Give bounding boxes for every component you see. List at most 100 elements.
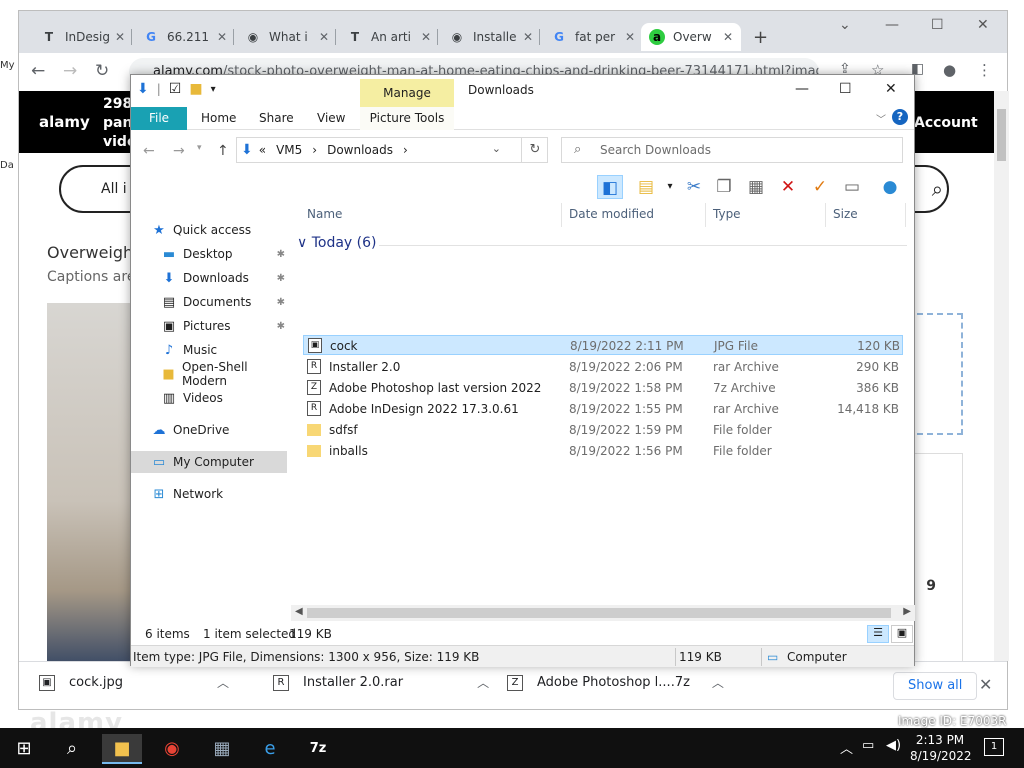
profile-avatar-icon[interactable]: ● — [943, 61, 956, 79]
windows-start-icon[interactable]: ⊞ — [4, 734, 44, 764]
pin-icon[interactable]: ✱ — [277, 273, 285, 284]
properties-icon[interactable]: ☑ — [169, 81, 182, 97]
chevron-right-icon[interactable]: › — [403, 143, 408, 157]
back-icon[interactable]: ← — [31, 61, 45, 81]
column-header-type[interactable]: Type — [713, 207, 741, 221]
close-icon[interactable]: ✕ — [625, 30, 635, 44]
close-icon[interactable]: ✕ — [217, 30, 227, 44]
download-item[interactable]: Z Adobe Photoshop l....7z ︿ — [507, 674, 724, 691]
download-item[interactable]: R Installer 2.0.rar ︿ — [273, 674, 489, 691]
notification-icon[interactable]: 1 — [984, 738, 1004, 756]
desktop-icon-label[interactable]: My — [0, 60, 15, 71]
address-bar[interactable]: ⬇ « VM5 › Downloads › ⌄ — [236, 137, 548, 163]
chrome-icon[interactable]: ◉ — [152, 734, 192, 764]
pin-icon[interactable]: ✱ — [277, 249, 285, 260]
back-icon[interactable]: ← — [143, 143, 155, 159]
up-icon[interactable]: ↑ — [217, 143, 229, 159]
nav-documents[interactable]: ▤ Documents ✱ — [161, 291, 289, 313]
account-link[interactable]: Account — [914, 115, 978, 131]
tab-file[interactable]: File — [131, 107, 187, 130]
close-icon[interactable]: ✕ — [523, 30, 533, 44]
tab-search-icon[interactable]: ⌄ — [839, 17, 851, 33]
chevron-down-icon[interactable]: ⌄ — [492, 142, 501, 155]
large-icons-view-icon[interactable]: ▣ — [891, 625, 913, 643]
maximize-icon[interactable]: ☐ — [839, 81, 852, 97]
nav-network[interactable]: ⊞ Network — [151, 483, 289, 505]
horizontal-scrollbar[interactable]: ◀ ▶ — [291, 605, 915, 621]
manage-tab[interactable]: Manage — [360, 79, 454, 107]
chevron-down-icon[interactable]: ∨ — [297, 235, 307, 251]
desktop-icon-label[interactable]: Da — [0, 160, 14, 171]
delete-icon[interactable]: ✕ — [775, 175, 801, 199]
chevron-up-icon[interactable]: ︿ — [840, 738, 853, 757]
nav-downloads[interactable]: ⬇ Downloads ✱ — [161, 267, 289, 289]
minimize-icon[interactable]: — — [885, 17, 899, 33]
browser-tab[interactable]: T An arti ✕ — [339, 23, 439, 51]
file-explorer-icon[interactable]: ■ — [102, 734, 142, 764]
help-icon[interactable]: ? — [892, 109, 908, 125]
preview-pane-icon[interactable]: ◧ — [597, 175, 623, 199]
column-header-name[interactable]: Name — [307, 207, 342, 221]
search-input[interactable]: ⌕ Search Downloads — [561, 137, 903, 163]
reload-icon[interactable]: ↻ — [95, 61, 109, 81]
recent-dropdown-icon[interactable]: ▾ — [197, 143, 202, 153]
new-tab-button[interactable]: + — [753, 27, 768, 48]
scrollbar-thumb[interactable] — [997, 109, 1006, 161]
browser-tab[interactable]: ◉ What i ✕ — [237, 23, 337, 51]
close-icon[interactable]: ✕ — [421, 30, 431, 44]
column-separator[interactable] — [705, 203, 706, 227]
column-header-date[interactable]: Date modified — [569, 207, 654, 221]
nav-onedrive[interactable]: ☁ OneDrive — [151, 419, 289, 441]
chevron-up-icon[interactable]: ︿ — [477, 674, 489, 691]
system-clock[interactable]: 2:13 PM 8/19/2022 — [910, 732, 972, 764]
chevron-up-icon[interactable]: ︿ — [217, 674, 229, 691]
internet-explorer-icon[interactable]: e — [250, 734, 290, 764]
group-header[interactable]: ∨ Today (6) — [297, 235, 907, 251]
dropdown-icon[interactable]: ▾ — [657, 175, 683, 199]
close-icon[interactable]: ✕ — [115, 30, 125, 44]
breadcrumb-overflow-icon[interactable]: « — [259, 143, 266, 157]
close-icon[interactable]: ✕ — [319, 30, 329, 44]
minimize-icon[interactable]: — — [795, 81, 809, 97]
refresh-icon[interactable]: ↻ — [521, 137, 548, 163]
column-separator[interactable] — [561, 203, 562, 227]
close-icon[interactable]: ✕ — [885, 81, 897, 97]
down-arrow-icon[interactable]: ⬇ — [137, 81, 149, 97]
nav-openshell[interactable]: ■ Open-Shell Modern — [161, 360, 289, 388]
tab-home[interactable]: Home — [187, 107, 250, 130]
menu-dots-icon[interactable]: ⋮ — [977, 61, 992, 79]
browser-tab[interactable]: T InDesig ✕ — [33, 23, 133, 51]
customize-dropdown-icon[interactable]: ▾ — [211, 84, 216, 95]
folder-options-icon[interactable]: ▤ — [633, 175, 659, 199]
search-icon[interactable]: ⌕ — [932, 177, 943, 201]
column-header-size[interactable]: Size — [833, 207, 858, 221]
column-separator[interactable] — [825, 203, 826, 227]
network-app-icon[interactable]: ▦ — [202, 734, 242, 764]
chevron-right-icon[interactable]: › — [312, 143, 317, 157]
stock-photo[interactable] — [47, 303, 137, 661]
column-separator[interactable] — [905, 203, 906, 227]
tab-view[interactable]: View — [303, 107, 359, 130]
properties-icon[interactable]: ▭ — [839, 175, 865, 199]
browser-tab[interactable]: G 66.211 ✕ — [135, 23, 235, 51]
breadcrumb-item[interactable]: Downloads — [327, 143, 393, 157]
site-logo[interactable]: alamy — [39, 113, 90, 131]
chevron-up-icon[interactable]: ︿ — [712, 674, 724, 691]
cut-icon[interactable]: ✂ — [681, 175, 707, 199]
pin-icon[interactable]: ✱ — [277, 297, 285, 308]
tab-picture-tools[interactable]: Picture Tools — [360, 107, 454, 130]
pin-icon[interactable]: ✱ — [277, 321, 285, 332]
close-icon[interactable]: ✕ — [723, 30, 733, 44]
scroll-left-icon[interactable]: ◀ — [295, 606, 303, 617]
browser-tab[interactable]: G fat per ✕ — [543, 23, 643, 51]
search-icon[interactable]: ⌕ — [52, 734, 92, 764]
nav-my-computer[interactable]: ▭ My Computer — [131, 451, 287, 473]
copy-icon[interactable]: ❐ — [711, 175, 737, 199]
new-folder-icon[interactable]: ■ — [189, 81, 202, 97]
globe-icon[interactable]: ● — [877, 175, 903, 199]
nav-desktop[interactable]: ▬ Desktop ✱ — [161, 243, 289, 265]
close-icon[interactable]: ✕ — [979, 675, 992, 694]
browser-tab[interactable]: ◉ Installe ✕ — [441, 23, 541, 51]
nav-pictures[interactable]: ▣ Pictures ✱ — [161, 315, 289, 337]
download-item[interactable]: ▣ cock.jpg ︿ — [39, 674, 229, 691]
